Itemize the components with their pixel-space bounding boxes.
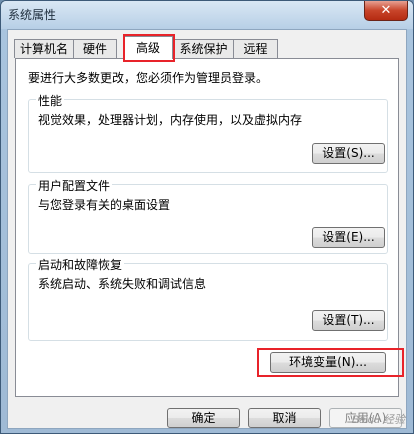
- user-profiles-desc: 与您登录有关的桌面设置: [38, 198, 171, 212]
- user-profiles-settings-button[interactable]: 设置(E)...: [312, 227, 385, 248]
- tab-computer-name[interactable]: 计算机名: [14, 39, 74, 58]
- startup-recovery-desc: 系统启动、系统失败和调试信息: [38, 277, 207, 291]
- system-properties-window: 系统属性 ✕ 计算机名 硬件 高级 系统保护 远程 要进行大多数更改，您必须作为…: [0, 0, 414, 434]
- tab-advanced[interactable]: 高级: [123, 36, 173, 59]
- performance-settings-button[interactable]: 设置(S)...: [312, 143, 385, 164]
- close-icon: ✕: [380, 3, 392, 18]
- title-bar[interactable]: 系统属性 ✕: [1, 1, 413, 29]
- startup-recovery-title: 启动和故障恢复: [36, 256, 125, 273]
- advanced-tab-panel: 要进行大多数更改，您必须作为管理员登录。 性能 视觉效果，处理器计划，内存使用，…: [15, 58, 399, 397]
- cancel-button[interactable]: 取消: [248, 408, 321, 428]
- startup-recovery-group: 启动和故障恢复 系统启动、系统失败和调试信息 设置(T)...: [28, 256, 388, 341]
- tab-remote[interactable]: 远程: [233, 39, 278, 58]
- window-title: 系统属性: [8, 8, 57, 22]
- watermark-text: Baidu 经验: [351, 414, 405, 426]
- performance-desc: 视觉效果，处理器计划，内存使用，以及虚拟内存: [38, 113, 303, 127]
- environment-variables-button[interactable]: 环境变量(N)...: [270, 352, 386, 373]
- tab-system-protection[interactable]: 系统保护: [173, 39, 234, 58]
- performance-group: 性能 视觉效果，处理器计划，内存使用，以及虚拟内存 设置(S)...: [28, 92, 388, 173]
- tab-hardware[interactable]: 硬件: [73, 39, 117, 58]
- user-profiles-title: 用户配置文件: [36, 177, 113, 194]
- performance-title: 性能: [36, 92, 65, 109]
- user-profiles-group: 用户配置文件 与您登录有关的桌面设置 设置(E)...: [28, 177, 388, 254]
- ok-button[interactable]: 确定: [167, 408, 240, 428]
- close-button[interactable]: ✕: [364, 1, 408, 21]
- startup-recovery-settings-button[interactable]: 设置(T)...: [312, 310, 385, 331]
- admin-notice: 要进行大多数更改，您必须作为管理员登录。: [28, 71, 269, 85]
- dialog-client-area: 计算机名 硬件 高级 系统保护 远程 要进行大多数更改，您必须作为管理员登录。 …: [7, 29, 407, 429]
